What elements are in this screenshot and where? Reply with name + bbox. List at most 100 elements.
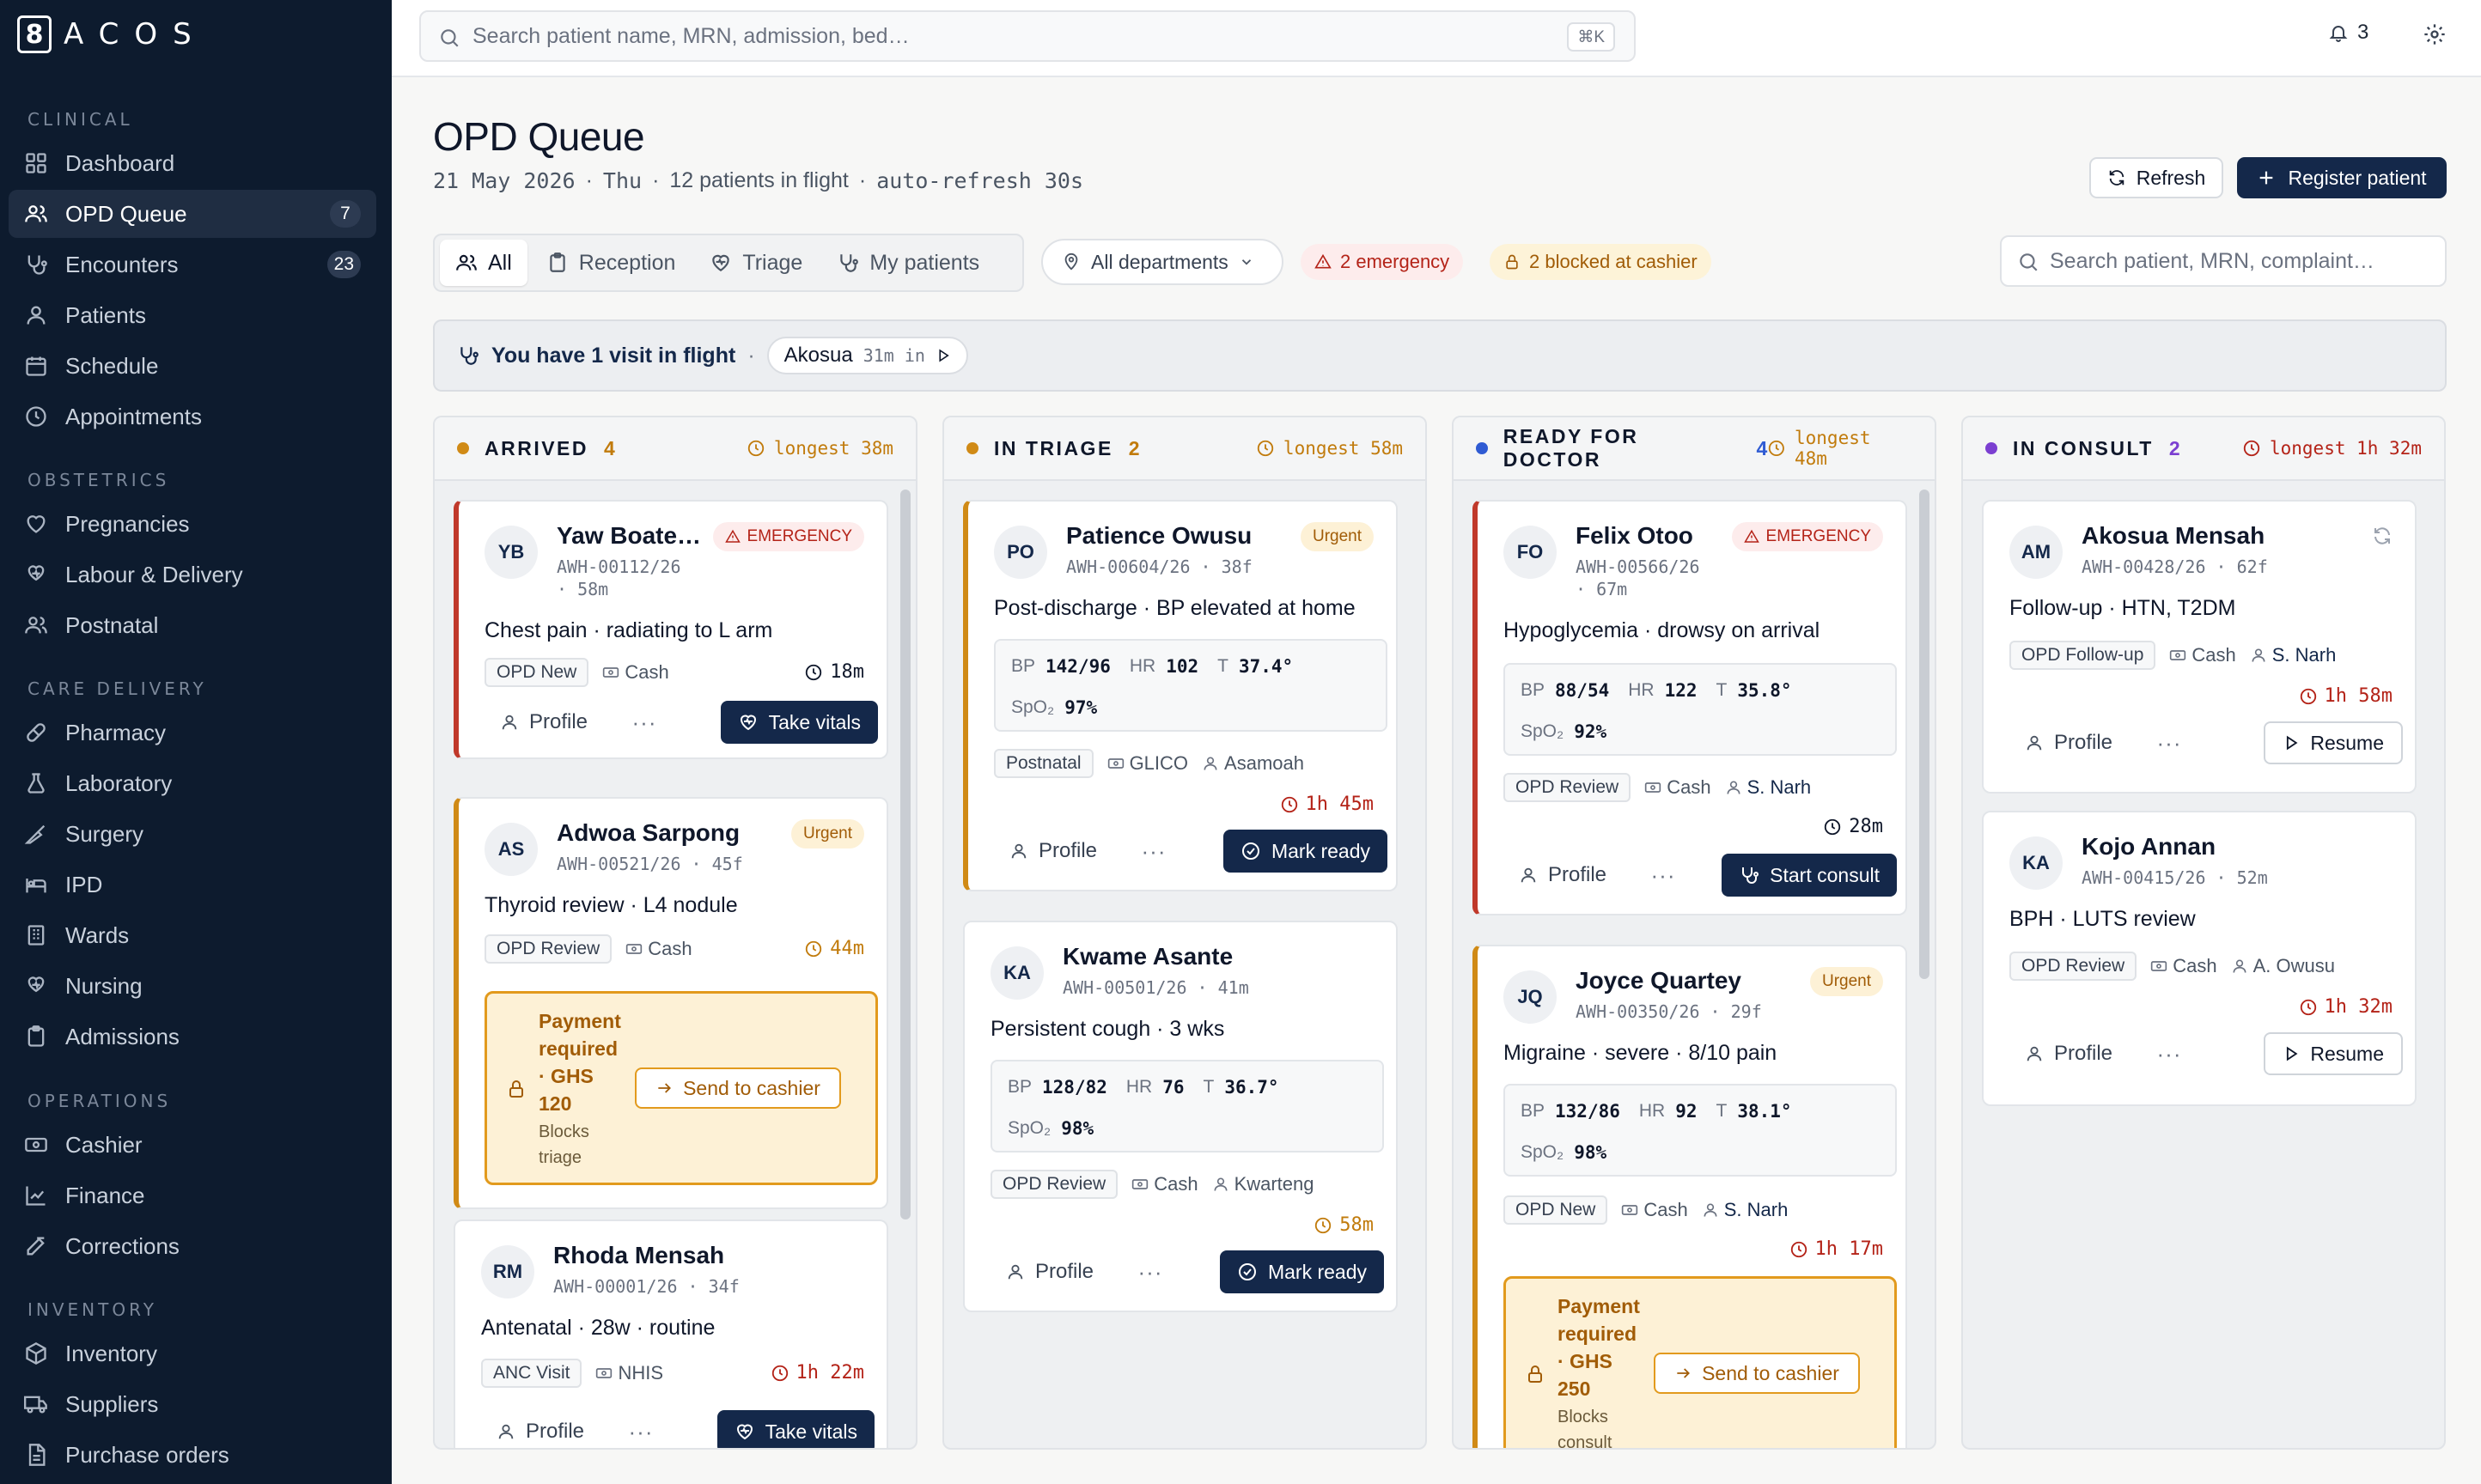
sidebar-item-encounters[interactable]: Encounters 23 [9,240,376,289]
hr-label: HR [1125,1077,1153,1097]
send-to-cashier-button[interactable]: Send to cashier [635,1067,841,1109]
profile-button[interactable]: Profile [485,701,603,744]
stethoscope-icon [840,254,859,272]
column-scrollbar[interactable] [1919,490,1929,979]
priority-label: EMERGENCY [1765,527,1871,545]
blocked-filter-pill[interactable]: 2 blocked at cashier [1490,244,1711,280]
sidebar-item-ipd[interactable]: IPD [9,861,376,909]
profile-button[interactable]: Profile [1503,854,1622,897]
take-vitals-button[interactable]: Take vitals [720,701,878,744]
more-options-button[interactable]: ··· [622,1410,660,1448]
sidebar-item-appointments[interactable]: Appointments [9,392,376,441]
profile-button[interactable]: Profile [481,1410,600,1448]
avatar: AM [2009,526,2063,579]
action-label: Mark ready [1271,839,1370,862]
start-consult-button[interactable]: Start consult [1722,854,1897,897]
in-flight-patient: Akosua [783,344,853,367]
sidebar-item-pregnancies[interactable]: Pregnancies [9,500,376,548]
auto-refresh-note: auto-refresh 30s [876,168,1084,193]
vitals-panel: BP 132/86 HR 92 T 38.1° SpO₂ 98% [1503,1084,1897,1177]
sidebar-item-postnatal[interactable]: Postnatal [9,601,376,649]
clipboard-icon [27,1025,45,1047]
sidebar-item-labour-delivery[interactable]: Labour & Delivery [9,550,376,599]
tab-all[interactable]: All [440,240,527,286]
emergency-filter-pill[interactable]: 2 emergency [1301,244,1464,280]
patient-card[interactable]: JQ Joyce Quartey AWH-00350/26 · 29f Urge… [1472,945,1907,1448]
building-icon [27,925,45,946]
patient-card[interactable]: AS Adwoa Sarpong AWH-00521/26 · 45f Urge… [454,797,888,1209]
sidebar-item-purchase-orders[interactable]: Purchase orders [9,1431,376,1479]
department-select[interactable]: All departments [1041,239,1283,285]
patient-card[interactable]: YB Yaw Boate… AWH-00112/26 · 58m EMERGEN… [454,500,888,759]
sidebar-item-surgery[interactable]: Surgery [9,810,376,858]
sidebar-item-wards[interactable]: Wards [9,911,376,959]
sidebar-item-patients[interactable]: Patients [9,291,376,339]
sidebar-item-dashboard[interactable]: Dashboard [9,139,376,187]
visit-type-tag: OPD New [485,658,589,687]
more-options-button[interactable]: ··· [2150,721,2188,764]
resume-button[interactable]: Resume [2264,721,2403,764]
resume-button[interactable]: Resume [2264,1032,2403,1075]
patient-card[interactable]: AM Akosua Mensah AWH-00428/26 · 62f Foll… [1982,500,2417,794]
more-options-button[interactable]: ··· [1135,830,1173,873]
more-options-button[interactable]: ··· [1644,854,1682,897]
sidebar-item-schedule[interactable]: Schedule [9,342,376,390]
sidebar-item-label: Finance [65,1182,145,1208]
profile-label: Profile [2054,731,2113,754]
brand-logo[interactable]: 8 ACOS [17,15,207,53]
sidebar-item-suppliers[interactable]: Suppliers [9,1380,376,1428]
patient-card[interactable]: KA Kojo Annan AWH-00415/26 · 52m BPH · L… [1982,811,2417,1106]
priority-label: Urgent [1821,972,1871,990]
sidebar-item-label: Corrections [65,1232,180,1259]
search-icon [2020,253,2038,271]
tab-reception[interactable]: Reception [531,240,692,286]
nav-section-operations: OPERATIONS [27,1091,172,1111]
mark-ready-button[interactable]: Mark ready [1222,830,1387,873]
register-patient-button[interactable]: Register patient [2237,157,2447,198]
notifications-button[interactable]: 3 [2328,21,2368,45]
avatar: FO [1503,526,1557,579]
column-scrollbar[interactable] [900,490,911,1219]
status-dot [966,442,978,454]
more-options-button[interactable]: ··· [1131,1250,1169,1293]
profile-button[interactable]: Profile [2009,1032,2128,1075]
tab-triage[interactable]: Triage [694,240,818,286]
sidebar-item-laboratory[interactable]: Laboratory [9,759,376,807]
column-in-consult: IN CONSULT 2 longest 1h 32m AM Akosua Me… [1961,416,2446,1450]
sync-icon[interactable] [2372,526,2393,546]
avatar: YB [485,526,538,579]
sidebar-item-nursing[interactable]: Nursing [9,962,376,1010]
visit-type-tag: OPD Review [485,934,613,964]
profile-button[interactable]: Profile [991,1250,1109,1293]
patient-card[interactable]: FO Felix Otoo AWH-00566/26 · 67m EMERGEN… [1472,500,1907,915]
queue-search-input[interactable]: Search patient, MRN, complaint… [2000,235,2447,287]
sidebar-item-admissions[interactable]: Admissions [9,1013,376,1061]
patient-card[interactable]: PO Patience Owusu AWH-00604/26 · 38f Urg… [963,500,1398,891]
action-label: Resume [2310,1042,2384,1065]
more-options-button[interactable]: ··· [625,701,663,744]
sidebar-item-corrections[interactable]: Corrections [9,1222,376,1270]
sidebar-item-pharmacy[interactable]: Pharmacy [9,709,376,757]
gear-icon[interactable] [2423,22,2447,46]
sidebar-item-inventory[interactable]: Inventory [9,1329,376,1378]
clock-icon [26,406,46,427]
tab-my-patients[interactable]: My patients [821,240,995,286]
more-options-button[interactable]: ··· [2150,1032,2188,1075]
send-to-cashier-button[interactable]: Send to cashier [1654,1353,1860,1394]
sidebar-item-label: Suppliers [65,1390,159,1417]
take-vitals-button[interactable]: Take vitals [716,1410,875,1448]
refresh-button[interactable]: Refresh [2089,157,2223,198]
mark-ready-button[interactable]: Mark ready [1219,1250,1384,1293]
patient-card[interactable]: KA Kwame Asante AWH-00501/26 · 41m Persi… [963,921,1398,1312]
card-tags: OPD Follow-up Cash S. Narh [2009,641,2336,670]
chief-complaint: Persistent cough · 3 wks [991,1017,1225,1041]
profile-button[interactable]: Profile [2009,721,2128,764]
tab-label: Reception [578,250,676,275]
profile-button[interactable]: Profile [994,830,1112,873]
sidebar-item-cashier[interactable]: Cashier [9,1121,376,1169]
sidebar-item-opd-queue[interactable]: OPD Queue 7 [9,190,376,238]
global-search-input[interactable]: Search patient name, MRN, admission, bed… [419,10,1636,62]
in-flight-visit-chip[interactable]: Akosua 31m in [766,337,968,374]
sidebar-item-finance[interactable]: Finance [9,1171,376,1219]
patient-card[interactable]: RM Rhoda Mensah AWH-00001/26 · 34f Anten… [454,1219,888,1448]
